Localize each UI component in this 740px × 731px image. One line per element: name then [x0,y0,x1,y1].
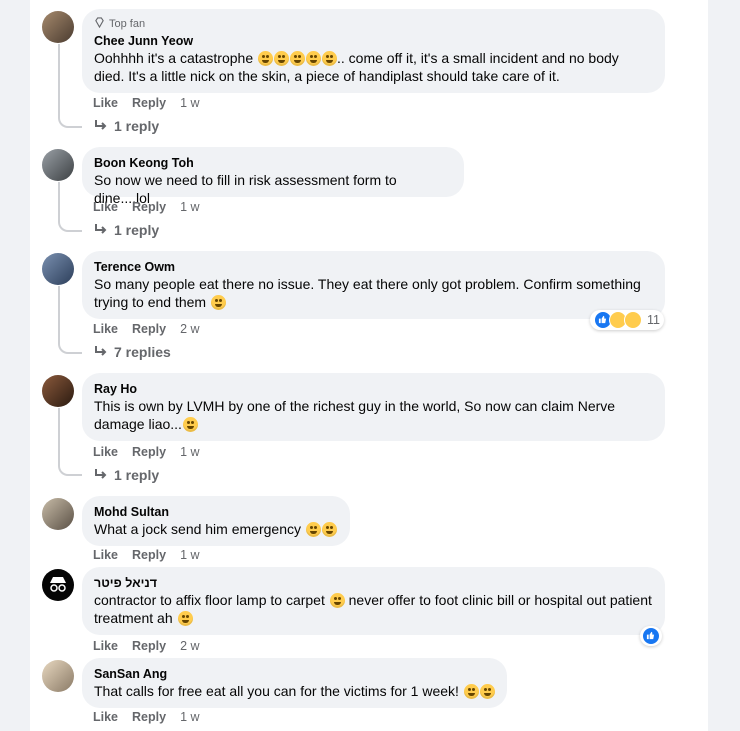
thread-line [58,182,60,220]
emoji-icon [321,522,337,537]
comment-bubble: Ray Ho This is own by LVMH by one of the… [82,373,665,441]
comment-bubble: Terence Owm So many people eat there no … [82,251,665,319]
emoji-icon [479,684,495,699]
diamond-icon [94,17,105,31]
emoji-icon [322,51,337,66]
reply-arrow-icon [94,118,108,134]
timestamp[interactable]: 1 w [180,96,199,110]
comment-bubble: Top fan Chee Junn Yeow Oohhhh it's a cat… [82,9,665,93]
avatar[interactable] [42,149,74,181]
like-button[interactable]: Like [93,96,118,110]
comment-text: So many people eat there no issue. They … [94,276,641,310]
like-button[interactable]: Like [93,548,118,562]
like-button[interactable]: Like [93,322,118,336]
comment-text: Oohhhh it's a catastrophe .. come off it… [94,50,619,84]
emoji-icon [182,417,198,432]
avatar[interactable] [42,569,74,601]
avatar[interactable] [42,11,74,43]
emoji-icon [306,51,321,66]
reply-button[interactable]: Reply [132,639,166,653]
like-button[interactable]: Like [93,639,118,653]
avatar[interactable] [42,375,74,407]
avatar[interactable] [42,660,74,692]
comment-text: contractor to affix floor lamp to carpet… [94,592,652,626]
reply-button[interactable]: Reply [132,322,166,336]
thread-connector [58,340,82,354]
emoji-icon [258,51,273,66]
timestamp[interactable]: 2 w [180,639,199,653]
reply-button[interactable]: Reply [132,200,166,214]
comment-bubble: Boon Keong Toh So now we need to fill in… [82,147,464,206]
thread-line [58,44,60,116]
timestamp[interactable]: 1 w [180,200,199,214]
emoji-icon [329,593,345,608]
timestamp[interactable]: 1 w [180,445,199,459]
comment-author[interactable]: דניאל פיטר [94,575,653,591]
thread-connector [58,218,82,232]
comment-actions: Like Reply 2 w [93,638,200,654]
comment-author[interactable]: Ray Ho [94,381,653,397]
like-button[interactable]: Like [93,445,118,459]
thread-line [58,286,60,342]
emoji-icon [274,51,289,66]
comment-text: What a jock send him emergency [94,520,338,538]
like-reaction-icon [642,627,660,645]
view-replies-link[interactable]: 1 reply [94,118,159,134]
reply-button[interactable]: Reply [132,548,166,562]
comment-text: This is own by LVMH by one of the riches… [94,398,616,432]
comment-bubble: Mohd Sultan What a jock send him emergen… [82,496,350,546]
comment-actions: Like Reply 1 w [93,95,200,111]
comment-actions: Like Reply 1 w [93,709,200,725]
reply-arrow-icon [94,222,108,238]
view-replies-link[interactable]: 1 reply [94,222,159,238]
wow-reaction-icon [624,311,642,329]
emoji-icon [463,684,479,699]
comment-text: That calls for free eat all you can for … [94,682,495,700]
thread-connector [58,462,82,476]
timestamp[interactable]: 1 w [180,548,199,562]
comment-author[interactable]: Mohd Sultan [94,504,338,520]
scrollbar-track[interactable] [708,0,740,731]
incognito-icon [50,577,66,592]
reply-button[interactable]: Reply [132,710,166,724]
comment-bubble: דניאל פיטר contractor to affix floor lam… [82,567,665,635]
reply-button[interactable]: Reply [132,96,166,110]
comment-actions: Like Reply 1 w [93,444,200,460]
emoji-icon [210,295,226,310]
reply-arrow-icon [94,467,108,483]
like-button[interactable]: Like [93,200,118,214]
reply-button[interactable]: Reply [132,445,166,459]
view-replies-link[interactable]: 1 reply [94,467,159,483]
reply-arrow-icon [94,344,108,360]
avatar[interactable] [42,253,74,285]
comment-actions: Like Reply 1 w [93,547,200,563]
reaction-summary[interactable] [640,626,662,646]
comment-actions: Like Reply 2 w [93,321,200,337]
comments-panel: Top fan Chee Junn Yeow Oohhhh it's a cat… [30,0,708,731]
comment-bubble: SanSan Ang That calls for free eat all y… [82,658,507,708]
top-fan-badge: Top fan [94,17,653,31]
emoji-icon [305,522,321,537]
thread-connector [58,114,82,128]
comment-actions: Like Reply 1 w [93,199,200,215]
comment-author[interactable]: Boon Keong Toh [94,155,452,171]
like-button[interactable]: Like [93,710,118,724]
view-replies-link[interactable]: 7 replies [94,344,171,360]
reaction-summary[interactable]: 11 [590,310,664,330]
timestamp[interactable]: 2 w [180,322,199,336]
thread-line [58,408,60,464]
emoji-icon [177,611,193,626]
comment-author[interactable]: Chee Junn Yeow [94,33,653,49]
reaction-count: 11 [647,313,660,327]
comment-author[interactable]: Terence Owm [94,259,653,275]
comment-author[interactable]: SanSan Ang [94,666,495,682]
emoji-icon [290,51,305,66]
avatar[interactable] [42,498,74,530]
timestamp[interactable]: 1 w [180,710,199,724]
